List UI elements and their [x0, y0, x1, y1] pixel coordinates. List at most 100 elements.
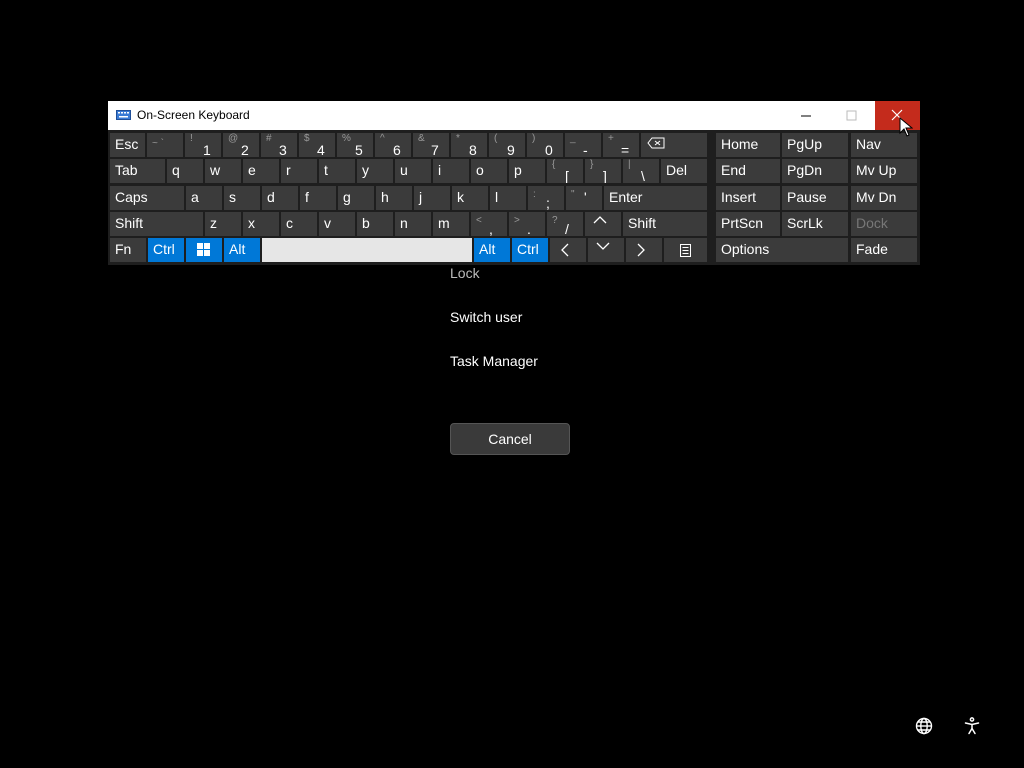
key-3[interactable]: #3	[261, 133, 297, 157]
arrow-left-icon	[561, 243, 569, 257]
key-space[interactable]	[262, 238, 472, 262]
key-shift-right[interactable]: Shift	[623, 212, 707, 236]
maximize-button[interactable]	[829, 101, 874, 130]
key-1[interactable]: ! 1	[185, 133, 221, 157]
key-w[interactable]: w	[205, 159, 241, 183]
key-del[interactable]: Del	[661, 159, 707, 183]
minimize-icon	[801, 115, 811, 117]
key-e[interactable]: e	[243, 159, 279, 183]
arrow-down-icon	[596, 242, 610, 250]
key-pause[interactable]: Pause	[782, 186, 848, 210]
key-0[interactable]: ) 0	[527, 133, 563, 157]
key-j[interactable]: j	[414, 186, 450, 210]
key-windows[interactable]	[186, 238, 222, 262]
key-comma[interactable]: <,	[471, 212, 507, 236]
key-alt-left[interactable]: Alt	[224, 238, 260, 262]
key-q[interactable]: q	[167, 159, 203, 183]
switch-user-option[interactable]: Switch user	[450, 309, 522, 325]
key-y[interactable]: y	[357, 159, 393, 183]
close-button[interactable]	[875, 101, 920, 130]
key-n[interactable]: n	[395, 212, 431, 236]
minimize-button[interactable]	[784, 101, 829, 130]
key-enter[interactable]: Enter	[604, 186, 707, 210]
key-t[interactable]: t	[319, 159, 355, 183]
key-mv-dn[interactable]: Mv Dn	[851, 186, 917, 210]
network-icon[interactable]	[914, 716, 934, 736]
close-icon	[891, 109, 903, 121]
key-a[interactable]: a	[186, 186, 222, 210]
key-equals[interactable]: + =	[603, 133, 639, 157]
accessibility-icon[interactable]	[962, 716, 982, 736]
key-minus[interactable]: _ -	[565, 133, 601, 157]
key-k[interactable]: k	[452, 186, 488, 210]
key-semicolon[interactable]: :;	[528, 186, 564, 210]
key-7[interactable]: & 7	[413, 133, 449, 157]
title-bar[interactable]: On-Screen Keyboard	[108, 101, 920, 130]
key-p[interactable]: p	[509, 159, 545, 183]
key-mv-up[interactable]: Mv Up	[851, 159, 917, 183]
key-u[interactable]: u	[395, 159, 431, 183]
key-pgdn[interactable]: PgDn	[782, 159, 848, 183]
key-context-menu[interactable]	[664, 238, 707, 262]
key-ctrl-right[interactable]: Ctrl	[512, 238, 548, 262]
arrow-up-icon	[593, 216, 607, 224]
key-prtscn[interactable]: PrtScn	[716, 212, 780, 236]
key-quote[interactable]: " '	[566, 186, 602, 210]
cancel-button[interactable]: Cancel	[450, 423, 570, 455]
key-2[interactable]: @2	[223, 133, 259, 157]
key-arrow-right[interactable]	[626, 238, 662, 262]
key-z[interactable]: z	[205, 212, 241, 236]
key-slash[interactable]: ? /	[547, 212, 583, 236]
key-d[interactable]: d	[262, 186, 298, 210]
key-tab[interactable]: Tab	[110, 159, 165, 183]
key-end[interactable]: End	[716, 159, 780, 183]
options-button[interactable]: Options	[716, 238, 848, 262]
key-backspace[interactable]	[641, 133, 707, 157]
key-arrow-left[interactable]	[550, 238, 586, 262]
key-f[interactable]: f	[300, 186, 336, 210]
key-8[interactable]: * 8	[451, 133, 487, 157]
key-right-bracket[interactable]: }]	[585, 159, 621, 183]
key-s[interactable]: s	[224, 186, 260, 210]
on-screen-keyboard-window: On-Screen Keyboard Esc ~ ` ! 1 @2 #3 $4 %…	[108, 101, 920, 265]
key-insert[interactable]: Insert	[716, 186, 780, 210]
key-arrow-down[interactable]	[588, 238, 624, 262]
task-manager-option[interactable]: Task Manager	[450, 353, 538, 369]
key-b[interactable]: b	[357, 212, 393, 236]
lock-option[interactable]: Lock	[450, 265, 480, 281]
key-h[interactable]: h	[376, 186, 412, 210]
key-alt-right[interactable]: Alt	[474, 238, 510, 262]
maximize-icon	[846, 110, 857, 121]
backspace-icon	[647, 137, 665, 149]
key-ctrl-left[interactable]: Ctrl	[148, 238, 184, 262]
key-i[interactable]: i	[433, 159, 469, 183]
key-m[interactable]: m	[433, 212, 469, 236]
key-fade[interactable]: Fade	[851, 238, 917, 262]
key-esc[interactable]: Esc	[110, 133, 145, 157]
arrow-right-icon	[637, 243, 645, 257]
key-6[interactable]: ^ 6	[375, 133, 411, 157]
key-pgup[interactable]: PgUp	[782, 133, 848, 157]
window-title: On-Screen Keyboard	[137, 108, 250, 122]
key-shift-left[interactable]: Shift	[110, 212, 203, 236]
key-dock: Dock	[851, 212, 917, 236]
key-o[interactable]: o	[471, 159, 507, 183]
key-4[interactable]: $4	[299, 133, 335, 157]
key-c[interactable]: c	[281, 212, 317, 236]
key-arrow-up[interactable]	[585, 212, 621, 236]
key-r[interactable]: r	[281, 159, 317, 183]
key-v[interactable]: v	[319, 212, 355, 236]
key-5[interactable]: % 5	[337, 133, 373, 157]
key-x[interactable]: x	[243, 212, 279, 236]
key-scrlk[interactable]: ScrLk	[782, 212, 848, 236]
key-backtick[interactable]: ~ `	[147, 133, 183, 157]
key-caps[interactable]: Caps	[110, 186, 184, 210]
key-left-bracket[interactable]: {[	[547, 159, 583, 183]
key-9[interactable]: (9	[489, 133, 525, 157]
key-home[interactable]: Home	[716, 133, 780, 157]
key-g[interactable]: g	[338, 186, 374, 210]
key-l[interactable]: l	[490, 186, 526, 210]
key-backslash[interactable]: | \	[623, 159, 659, 183]
key-period[interactable]: >.	[509, 212, 545, 236]
key-fn[interactable]: Fn	[110, 238, 146, 262]
